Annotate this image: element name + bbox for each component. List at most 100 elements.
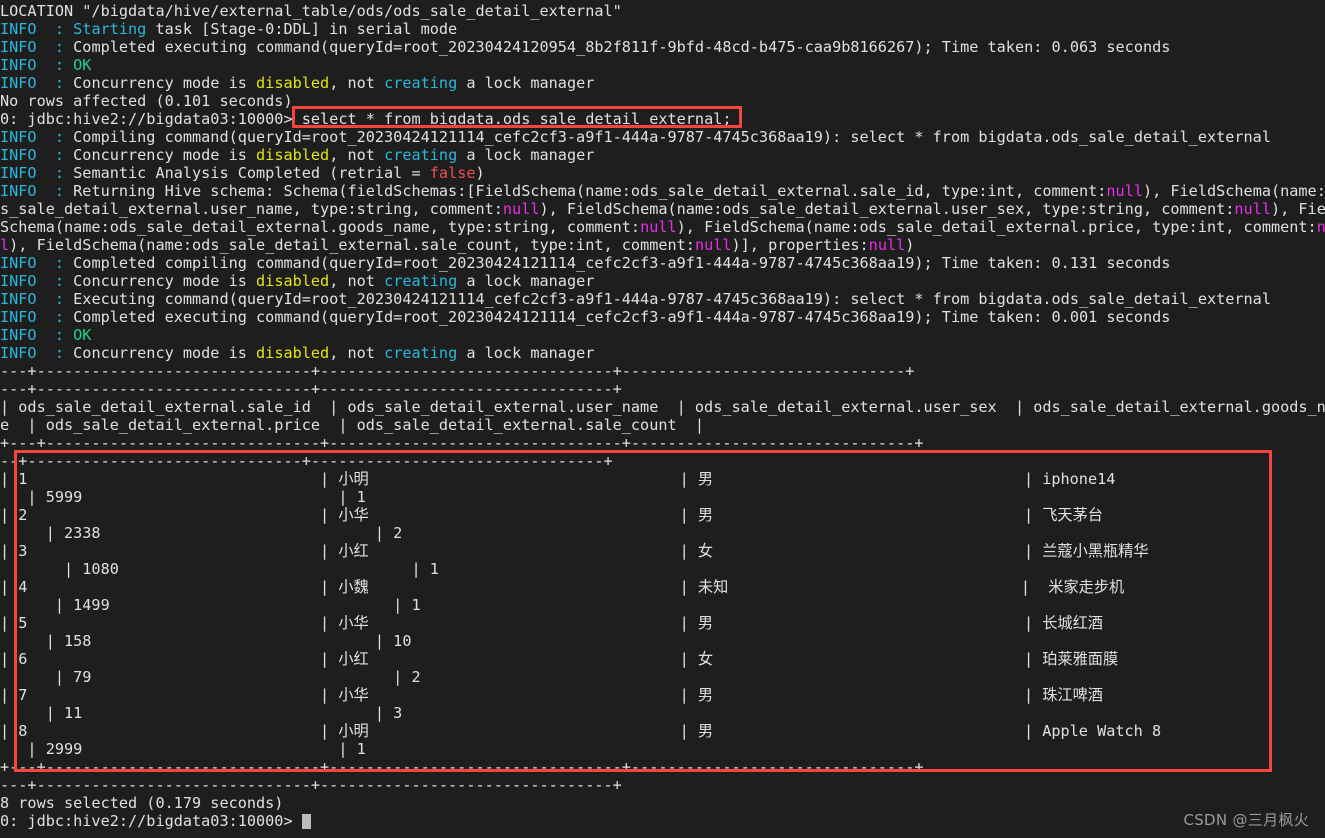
terminal-text: 男 bbox=[697, 506, 714, 524]
terminal-text: Completed executing command(queryId=root… bbox=[73, 38, 1171, 56]
terminal-output[interactable]: LOCATION "/bigdata/hive/external_table/o… bbox=[0, 0, 1325, 838]
terminal-text: Completed compiling command(queryId=root… bbox=[73, 254, 1171, 272]
terminal-text: ---+------------------------------+-----… bbox=[0, 776, 622, 794]
terminal-text: INFO : bbox=[0, 74, 74, 92]
terminal-text: nul bbox=[1316, 218, 1325, 236]
terminal-text: null bbox=[1234, 200, 1271, 218]
terminal-text: false bbox=[429, 164, 476, 182]
terminal-line: | 5 | 小华 | 男 | 长城红酒 bbox=[0, 614, 1325, 632]
terminal-text: )], properties: bbox=[731, 236, 869, 254]
terminal-text: | bbox=[728, 578, 1049, 596]
terminal-text: 男 bbox=[697, 614, 714, 632]
text-cursor bbox=[301, 814, 311, 829]
terminal-text: 小华 bbox=[338, 614, 369, 632]
terminal-line: | ods_sale_detail_external.sale_id | ods… bbox=[0, 398, 1325, 416]
terminal-text: | bbox=[368, 650, 698, 668]
terminal-text: INFO : bbox=[0, 326, 74, 344]
terminal-text: 0: jdbc:hive2://bigdata03:10000> bbox=[0, 110, 302, 128]
terminal-text: ), Field bbox=[1270, 200, 1325, 218]
terminal-text: 小明 bbox=[338, 470, 369, 488]
terminal-line: | 7 | 小华 | 男 | 珠江啤酒 bbox=[0, 686, 1325, 704]
terminal-text: LOCATION "/bigdata/hive/external_table/o… bbox=[0, 2, 622, 20]
terminal-text: | bbox=[368, 722, 698, 740]
terminal-text: 女 bbox=[697, 542, 714, 560]
terminal-text: | 5999 | 1 bbox=[0, 488, 366, 506]
terminal-text: creating bbox=[384, 344, 458, 362]
terminal-line: +---+------------------------------+----… bbox=[0, 434, 1325, 452]
terminal-text: | 6 | bbox=[0, 650, 339, 668]
terminal-line: | 1 | 小明 | 男 | iphone14 bbox=[0, 470, 1325, 488]
terminal-text: | 1499 | 1 bbox=[0, 596, 421, 614]
terminal-text: s_sale_detail_external.user_name, type:s… bbox=[0, 200, 503, 218]
csdn-watermark: CSDN @三月枫火 bbox=[1183, 811, 1309, 829]
terminal-line: | 158 | 10 bbox=[0, 632, 1325, 650]
terminal-text: INFO : bbox=[0, 254, 74, 272]
terminal-text: | bbox=[713, 614, 1043, 632]
terminal-text: | 2999 | 1 bbox=[0, 740, 366, 758]
terminal-text: creating bbox=[384, 146, 458, 164]
terminal-text: , not bbox=[329, 272, 385, 290]
terminal-line: LOCATION "/bigdata/hive/external_table/o… bbox=[0, 2, 1325, 20]
terminal-text: creating bbox=[384, 272, 458, 290]
terminal-text: | bbox=[368, 578, 698, 596]
terminal-text: Starting bbox=[73, 20, 147, 38]
terminal-text: 珠江啤酒 bbox=[1042, 686, 1103, 704]
terminal-text: | bbox=[368, 686, 698, 704]
terminal-text: 小华 bbox=[338, 686, 369, 704]
terminal-text: 小红 bbox=[338, 542, 369, 560]
shell-prompt-line[interactable]: 0: jdbc:hive2://bigdata03:10000> bbox=[0, 812, 1325, 830]
terminal-text: disabled bbox=[256, 146, 330, 164]
terminal-line: | 1080 | 1 bbox=[0, 560, 1325, 578]
terminal-line: | 11 | 3 bbox=[0, 704, 1325, 722]
terminal-text: 小红 bbox=[338, 650, 369, 668]
terminal-text: 小华 bbox=[338, 506, 369, 524]
terminal-text: | bbox=[713, 686, 1043, 704]
terminal-text: 男 bbox=[697, 470, 714, 488]
terminal-line: | 79 | 2 bbox=[0, 668, 1325, 686]
terminal-text: Executing command(queryId=root_202304241… bbox=[73, 290, 1271, 308]
terminal-text: | iphone14 bbox=[713, 470, 1116, 488]
terminal-text: | bbox=[368, 506, 698, 524]
terminal-line: ---+------------------------------+-----… bbox=[0, 380, 1325, 398]
terminal-text: e | ods_sale_detail_external.price | ods… bbox=[0, 416, 705, 434]
terminal-text: ---+------------------------------+-----… bbox=[0, 380, 622, 398]
terminal-text: select * from bigdata.ods_sale_detail_ex… bbox=[301, 110, 732, 128]
terminal-text: ), FieldSchema(name:ods_sale_detail_exte… bbox=[676, 218, 1317, 236]
terminal-line: | 3 | 小红 | 女 | 兰蔻小黑瓶精华 bbox=[0, 542, 1325, 560]
terminal-text: l bbox=[0, 236, 10, 254]
terminal-text: creating bbox=[384, 74, 458, 92]
terminal-line: 8 rows selected (0.179 seconds) bbox=[0, 794, 1325, 812]
terminal-text: null bbox=[640, 218, 677, 236]
terminal-line: 0: jdbc:hive2://bigdata03:10000> select … bbox=[0, 110, 1325, 128]
terminal-line: INFO : Completed compiling command(query… bbox=[0, 254, 1325, 272]
terminal-text: | bbox=[713, 542, 1043, 560]
terminal-text: null bbox=[694, 236, 732, 254]
terminal-line: ---+------------------------------+-----… bbox=[0, 776, 1325, 794]
terminal-text: INFO : bbox=[0, 146, 74, 164]
terminal-text: INFO : bbox=[0, 272, 74, 290]
terminal-text: | 8 | bbox=[0, 722, 339, 740]
terminal-line: | 2338 | 2 bbox=[0, 524, 1325, 542]
terminal-text: +---+------------------------------+----… bbox=[0, 758, 924, 776]
terminal-text: null bbox=[502, 200, 540, 218]
terminal-text: null bbox=[1106, 182, 1143, 200]
terminal-line: INFO : Semantic Analysis Completed (retr… bbox=[0, 164, 1325, 182]
terminal-line: INFO : OK bbox=[0, 56, 1325, 74]
terminal-text: Concurrency mode is bbox=[73, 146, 257, 164]
terminal-text: | bbox=[713, 650, 1043, 668]
terminal-text: ), FieldSchema(name:od bbox=[1142, 182, 1325, 200]
terminal-text: | 2338 | 2 bbox=[0, 524, 403, 542]
terminal-text: ) bbox=[905, 236, 915, 254]
terminal-line: | 1499 | 1 bbox=[0, 596, 1325, 614]
terminal-text: 女 bbox=[697, 650, 714, 668]
terminal-line: INFO : Executing command(queryId=root_20… bbox=[0, 290, 1325, 308]
terminal-line: INFO : Concurrency mode is disabled, not… bbox=[0, 272, 1325, 290]
terminal-text: ---+------------------------------+-----… bbox=[0, 362, 915, 380]
terminal-text: a lock manager bbox=[457, 74, 595, 92]
terminal-line: e | ods_sale_detail_external.price | ods… bbox=[0, 416, 1325, 434]
terminal-line: +---+------------------------------+----… bbox=[0, 758, 1325, 776]
terminal-text: | Apple Watch 8 bbox=[713, 722, 1162, 740]
terminal-text: 珀莱雅面膜 bbox=[1042, 650, 1119, 668]
terminal-line: INFO : Concurrency mode is disabled, not… bbox=[0, 146, 1325, 164]
terminal-text: 小明 bbox=[338, 722, 369, 740]
